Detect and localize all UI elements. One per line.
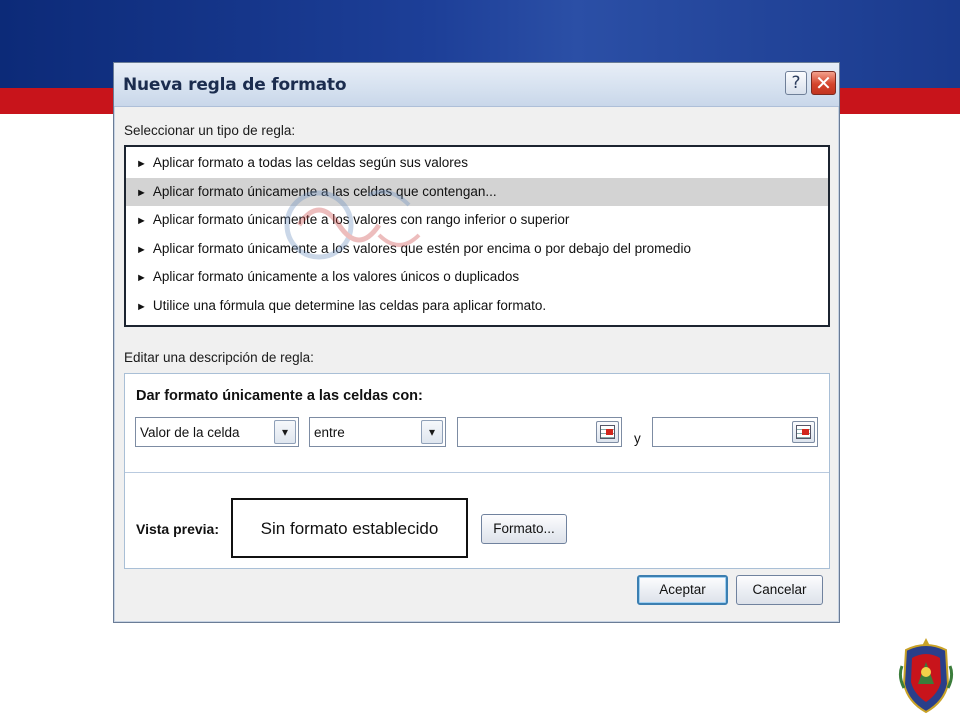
range-select-button[interactable] [596,421,619,443]
bullet-arrow-icon: ► [136,158,147,170]
cell-range-marker [802,429,809,435]
rule-type-item-cells-contain[interactable]: ► Aplicar formato únicamente a las celdas… [126,177,828,207]
rule-description-panel: Dar formato únicamente a las celdas con:… [124,373,830,569]
new-format-rule-dialog: Nueva regla de formato ? ✕ Seleccionar u… [113,62,840,623]
chevron-down-icon[interactable]: ▾ [421,420,443,444]
bullet-arrow-icon: ► [136,300,147,313]
bullet-arrow-icon: ► [136,186,147,199]
help-button[interactable]: ? [785,71,807,95]
rule-type-item-label: Aplicar formato únicamente a las celdas … [152,183,497,199]
accept-button[interactable]: Aceptar [637,575,728,605]
condition-select[interactable]: Valor de la celda ▾ [135,417,299,447]
rule-type-item-above-below-average[interactable]: ► Aplicar formato únicamente a los valore… [126,235,828,264]
rule-type-item-formula[interactable]: ► Utilice una fórmula que determine las c… [126,292,828,321]
condition-select-value: Valor de la celda [140,425,240,440]
cell-range-marker [606,429,613,435]
banner-red-stripe-left [0,88,116,114]
cancel-button[interactable]: Cancelar [736,575,823,605]
bullet-arrow-icon: ► [136,215,147,228]
dialog-titlebar[interactable]: Nueva regla de formato ? ✕ [114,63,839,107]
rule-type-list[interactable]: ► Aplicar formato a todas las celdas segú… [124,145,830,327]
rule-type-item-label: Aplicar formato únicamente a los valores… [152,212,570,228]
banner-red-stripe-right [838,88,960,114]
rule-type-item-top-bottom[interactable]: ► Aplicar formato únicamente a los valore… [126,206,828,235]
dialog-title: Nueva regla de formato [123,75,347,95]
rule-description-heading: Dar formato únicamente a las celdas con: [136,388,423,404]
university-emblem-icon [898,638,954,714]
value1-input[interactable] [457,417,622,447]
range-select-button[interactable] [792,421,815,443]
operator-select[interactable]: entre ▾ [309,417,446,447]
bullet-arrow-icon: ► [136,243,147,256]
rule-type-item-label: Aplicar formato únicamente a los valores… [152,269,520,285]
preview-box: Sin formato establecido [231,498,468,558]
preview-label: Vista previa: [136,521,220,537]
rule-description-label: Editar una descripción de regla: [124,350,314,365]
close-button[interactable]: ✕ [811,71,836,95]
rule-type-item-label: Aplicar formato a todas las celdas según… [152,155,469,170]
format-button[interactable]: Formato... [481,514,567,544]
preview-text: Sin formato establecido [260,519,439,538]
rule-type-label: Seleccionar un tipo de regla: [124,123,296,138]
value2-input[interactable] [652,417,818,447]
and-label: y [634,431,641,446]
rule-type-item-label: Aplicar formato únicamente a los valores… [152,240,691,256]
rule-type-item-label: Utilice una fórmula que determine las ce… [152,297,547,313]
operator-select-value: entre [314,425,345,440]
rule-type-item-unique-duplicate[interactable]: ► Aplicar formato únicamente a los valore… [126,263,828,292]
bullet-arrow-icon: ► [136,272,147,285]
rule-type-item-all-cells[interactable]: ► Aplicar formato a todas las celdas segú… [126,149,828,178]
panel-divider [125,472,829,473]
chevron-down-icon[interactable]: ▾ [274,420,296,444]
slide: Nueva regla de formato ? ✕ Seleccionar u… [0,0,960,720]
